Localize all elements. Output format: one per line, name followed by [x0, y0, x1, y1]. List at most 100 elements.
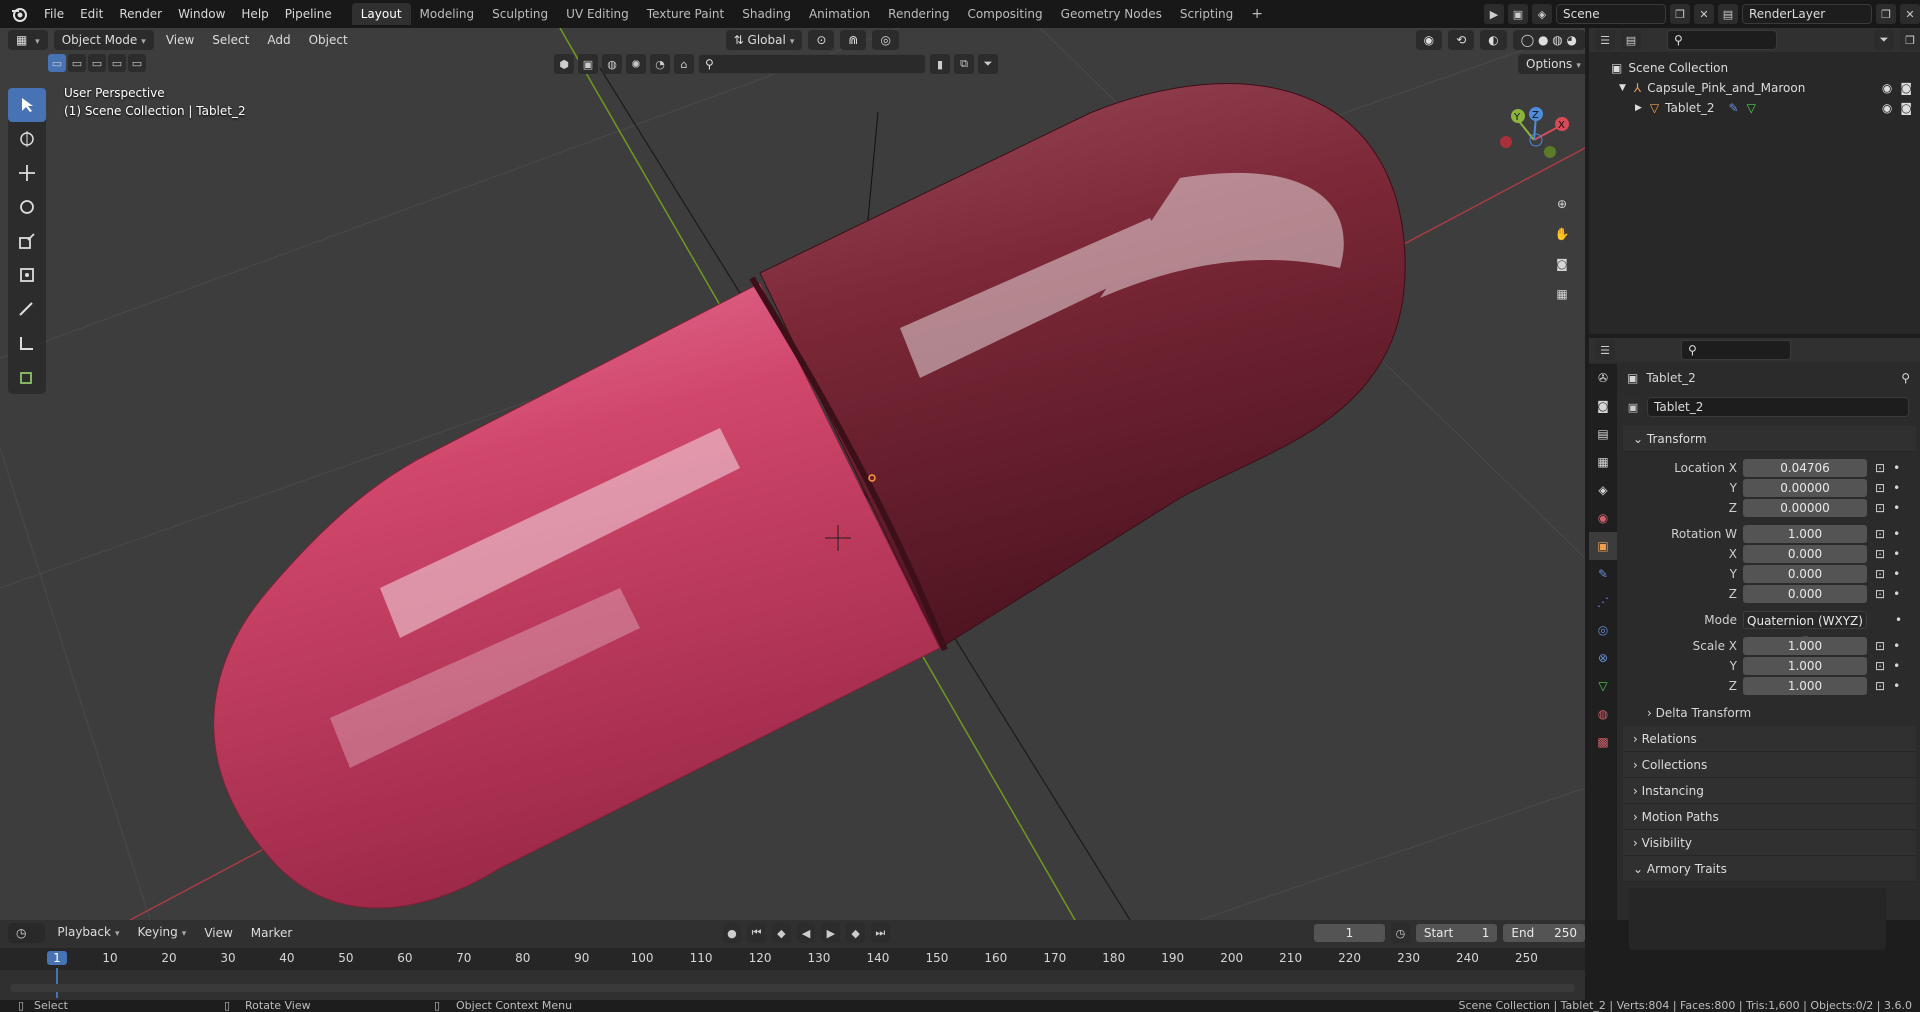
lock-icon[interactable]: ⊡: [1875, 567, 1885, 581]
properties-editor-type-icon[interactable]: ☰: [1595, 340, 1615, 360]
measure-tool-icon[interactable]: [8, 326, 46, 360]
expand-right-icon[interactable]: ▶: [1635, 103, 1642, 113]
menu-render[interactable]: Render: [111, 0, 170, 28]
location-y-field[interactable]: 0.00000: [1743, 479, 1867, 497]
select-invert-icon[interactable]: ▭: [108, 54, 126, 72]
new-layer-icon[interactable]: ❐: [1876, 4, 1896, 24]
keyframe-dot-icon[interactable]: •: [1893, 567, 1900, 581]
keyframe-dot-icon[interactable]: •: [1893, 481, 1900, 495]
jump-start-icon[interactable]: ⏮: [747, 923, 766, 943]
timeline-editor-type-icon[interactable]: ◷ ▾: [8, 923, 46, 960]
tool-tab-icon[interactable]: ✇: [1589, 364, 1617, 392]
lock-icon[interactable]: ⊡: [1875, 481, 1885, 495]
material-filter-icon[interactable]: ◍: [602, 54, 622, 74]
play-render-icon[interactable]: ▶: [1484, 4, 1504, 24]
select-new-icon[interactable]: ▭: [48, 54, 66, 72]
eye-icon[interactable]: ◉: [1882, 81, 1892, 95]
layout-icon[interactable]: ⧉: [954, 54, 974, 74]
visibility-section-header[interactable]: › Visibility: [1623, 830, 1916, 856]
lock-icon[interactable]: ⊡: [1875, 527, 1885, 541]
menu-help[interactable]: Help: [233, 0, 276, 28]
overlay-toggle-icon[interactable]: ◐: [1480, 30, 1507, 50]
new-collection-icon[interactable]: ❐: [1900, 30, 1920, 50]
object-datablock-icon[interactable]: ▣: [1623, 397, 1643, 417]
tab-animation[interactable]: Animation: [800, 3, 879, 25]
orientation-dropdown[interactable]: ⇅ Global ▾: [725, 30, 803, 50]
select-box-tool-icon[interactable]: [8, 88, 46, 122]
lock-icon[interactable]: ⊡: [1875, 639, 1885, 653]
mode-dropdown[interactable]: Object Mode ▾: [53, 30, 154, 50]
mesh-filter-icon[interactable]: ▣: [578, 54, 598, 74]
texture-tab-icon[interactable]: ▩: [1589, 728, 1617, 756]
output-tab-icon[interactable]: ▤: [1589, 420, 1617, 448]
viewport-search-input[interactable]: ⚲: [698, 54, 926, 74]
keyframe-dot-icon[interactable]: •: [1893, 527, 1900, 541]
scale-z-field[interactable]: 1.000: [1743, 677, 1867, 695]
keyframe-dot-icon[interactable]: •: [1893, 587, 1900, 601]
camera-view-icon[interactable]: ◙: [1548, 250, 1576, 278]
scale-y-field[interactable]: 1.000: [1743, 657, 1867, 675]
particles-tab-icon[interactable]: ⋰: [1589, 588, 1617, 616]
jump-end-icon[interactable]: ⏭: [870, 923, 890, 943]
bookmark-icon[interactable]: ▮: [930, 54, 950, 74]
motion-paths-section-header[interactable]: › Motion Paths: [1623, 804, 1916, 830]
lock-icon[interactable]: ⊡: [1875, 501, 1885, 515]
outliner-row-tablet[interactable]: ▶ ▽ Tablet_2 ✎ ▽ ◉ ◙: [1589, 98, 1920, 118]
frame-ruler[interactable]: 1 10 20 30 40 50 60 70 80 90 100 110 120 130 140 150 160…: [0, 948, 1585, 998]
lock-icon[interactable]: ⊡: [1875, 679, 1885, 693]
scale-x-field[interactable]: 1.000: [1743, 637, 1867, 655]
camera-filter-icon[interactable]: ⌂: [674, 54, 694, 74]
zoom-icon[interactable]: ⊕: [1548, 190, 1576, 218]
outliner-row-scene[interactable]: ▣ Scene Collection: [1589, 58, 1920, 78]
ortho-grid-icon[interactable]: ▦: [1548, 280, 1576, 308]
tab-sculpting[interactable]: Sculpting: [483, 3, 557, 25]
render-icon[interactable]: ▣: [1508, 4, 1528, 24]
prev-keyframe-icon[interactable]: ◆: [771, 923, 791, 943]
annotate-tool-icon[interactable]: [8, 292, 46, 326]
display-mode-icon[interactable]: ▤: [1621, 30, 1641, 50]
rotate-tool-icon[interactable]: [8, 190, 46, 224]
rotation-z-field[interactable]: 0.000: [1743, 585, 1867, 603]
material-tab-icon[interactable]: ◍: [1589, 700, 1617, 728]
outliner-row-capsule[interactable]: ▼ ⅄ Capsule_Pink_and_Maroon ◉ ◙: [1589, 78, 1920, 98]
rotation-w-field[interactable]: 1.000: [1743, 525, 1867, 543]
navigation-gizmo[interactable]: Y X Z: [1500, 107, 1569, 158]
constraints-tab-icon[interactable]: ⊗: [1589, 644, 1617, 672]
playhead[interactable]: [56, 968, 58, 998]
shading-modes[interactable]: ◯ ● ◍ ◕: [1512, 30, 1585, 50]
tab-shading[interactable]: Shading: [733, 3, 800, 25]
delete-layer-icon[interactable]: ✕: [1900, 4, 1920, 24]
keyframe-dot-icon[interactable]: •: [1895, 613, 1902, 627]
relations-section-header[interactable]: › Relations: [1623, 726, 1916, 752]
select-subtract-icon[interactable]: ▭: [88, 54, 106, 72]
data-tab-icon[interactable]: ▽: [1589, 672, 1617, 700]
outliner-editor-type-icon[interactable]: ☰: [1595, 30, 1615, 50]
tab-compositing[interactable]: Compositing: [958, 3, 1051, 25]
properties-search-input[interactable]: ⚲: [1681, 340, 1791, 360]
world-filter-icon[interactable]: ◔: [650, 54, 670, 74]
scale-tool-icon[interactable]: [8, 224, 46, 258]
options-button[interactable]: Options ▾: [1518, 54, 1585, 74]
funnel-icon[interactable]: ⏷: [978, 54, 998, 74]
lock-icon[interactable]: ⊡: [1875, 587, 1885, 601]
clock-icon[interactable]: ◷: [1391, 923, 1410, 943]
location-x-field[interactable]: 0.04706: [1743, 459, 1867, 477]
tab-layout[interactable]: Layout: [351, 3, 411, 25]
move-tool-icon[interactable]: [8, 156, 46, 190]
keyframe-dot-icon[interactable]: •: [1893, 461, 1900, 475]
end-frame-field[interactable]: End 250: [1503, 924, 1585, 942]
world-tab-icon[interactable]: ◉: [1589, 504, 1617, 532]
tab-scripting[interactable]: Scripting: [1171, 3, 1242, 25]
outliner-search-input[interactable]: ⚲: [1667, 30, 1777, 50]
select-extend-icon[interactable]: ▭: [68, 54, 86, 72]
rotation-x-field[interactable]: 0.000: [1743, 545, 1867, 563]
add-cube-tool-icon[interactable]: [8, 360, 46, 394]
location-z-field[interactable]: 0.00000: [1743, 499, 1867, 517]
render-layer-field[interactable]: RenderLayer: [1742, 4, 1872, 24]
editor-type-button[interactable]: ▦ ▾: [8, 30, 48, 50]
menu-pipeline[interactable]: Pipeline: [277, 0, 340, 28]
camera-render-icon[interactable]: ◙: [1900, 81, 1912, 95]
expand-down-icon[interactable]: ▼: [1619, 83, 1626, 93]
proportional-edit-icon[interactable]: ◎: [872, 30, 899, 50]
view-layer-tab-icon[interactable]: ▦: [1589, 448, 1617, 476]
